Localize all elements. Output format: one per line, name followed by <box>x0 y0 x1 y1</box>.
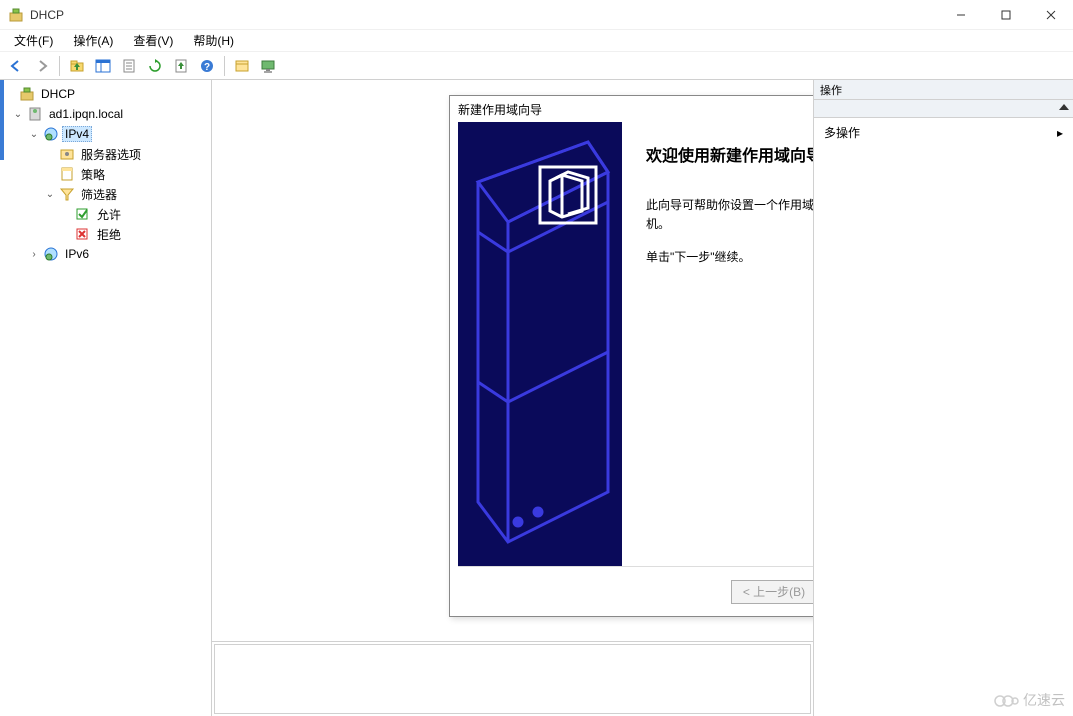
menu-view[interactable]: 查看(V) <box>125 30 181 51</box>
menu-bar: 文件(F) 操作(A) 查看(V) 帮助(H) <box>0 30 1073 52</box>
server-icon <box>27 106 43 122</box>
tree-server-options[interactable]: 服务器选项 <box>0 144 211 164</box>
tree-filters[interactable]: ⌄ 筛选器 <box>0 184 211 204</box>
deny-icon <box>75 226 91 242</box>
content-body <box>214 644 811 714</box>
wizard-body-1: 此向导可帮助你设置一个作用域，以便将 IP 地址分发给网络上的计算机。 <box>646 196 813 234</box>
tree-deny[interactable]: 拒绝 <box>0 224 211 244</box>
back-button[interactable] <box>4 54 28 78</box>
wizard-content: 欢迎使用新建作用域向导 此向导可帮助你设置一个作用域，以便将 IP 地址分发给网… <box>622 122 813 566</box>
svg-text:?: ? <box>204 62 210 73</box>
props-button[interactable] <box>230 54 254 78</box>
tree-label: 筛选器 <box>78 186 120 203</box>
tree-ipv6[interactable]: › IPv6 <box>0 244 211 264</box>
tree-label: 拒绝 <box>94 226 124 243</box>
actions-more-label: 多操作 <box>824 124 860 141</box>
wizard-heading: 欢迎使用新建作用域向导 <box>646 142 813 166</box>
export-button[interactable] <box>169 54 193 78</box>
actions-more[interactable]: 多操作 ▸ <box>814 118 1073 147</box>
tree-policy[interactable]: 策略 <box>0 164 211 184</box>
actions-collapse[interactable] <box>814 100 1073 118</box>
collapse-icon[interactable]: ⌄ <box>28 129 40 140</box>
app-icon <box>8 7 24 23</box>
allow-icon <box>75 206 91 222</box>
tree-label: DHCP <box>38 87 78 101</box>
tree-allow[interactable]: 允许 <box>0 204 211 224</box>
tree-root-dhcp[interactable]: DHCP <box>0 84 211 104</box>
dhcp-icon <box>19 86 35 102</box>
toolbar-separator <box>59 56 60 76</box>
window-titlebar: DHCP <box>0 0 1073 30</box>
ipv6-icon <box>43 246 59 262</box>
new-scope-wizard: 新建作用域向导 <box>449 95 813 617</box>
tree-label: IPv4 <box>62 126 92 142</box>
wizard-side-graphic <box>458 122 622 566</box>
toolbar-separator <box>224 56 225 76</box>
tree-server[interactable]: ⌄ ad1.ipqn.local <box>0 104 211 124</box>
refresh-button[interactable] <box>143 54 167 78</box>
chevron-right-icon: ▸ <box>1057 126 1063 140</box>
watermark: 亿速云 <box>993 690 1065 710</box>
collapse-icon[interactable]: ⌄ <box>44 189 56 200</box>
tree-label: 策略 <box>78 166 108 183</box>
minimize-button[interactable] <box>938 0 983 30</box>
menu-file[interactable]: 文件(F) <box>6 30 61 51</box>
wizard-back-button[interactable]: < 上一步(B) <box>731 580 813 604</box>
forward-button[interactable] <box>30 54 54 78</box>
wizard-title: 新建作用域向导 <box>450 96 813 122</box>
selection-stripe <box>0 80 4 160</box>
help-button[interactable]: ? <box>195 54 219 78</box>
tree-label: 服务器选项 <box>78 146 144 163</box>
tree-pane: DHCP ⌄ ad1.ipqn.local ⌄ IPv4 服务器选项 策略 ⌄ … <box>0 80 212 716</box>
close-button[interactable] <box>1028 0 1073 30</box>
actions-pane: 操作 多操作 ▸ <box>813 80 1073 716</box>
actions-header: 操作 <box>814 80 1073 100</box>
tree-ipv4[interactable]: ⌄ IPv4 <box>0 124 211 144</box>
content-top: 新建作用域向导 <box>212 80 813 642</box>
filter-icon <box>59 186 75 202</box>
maximize-button[interactable] <box>983 0 1028 30</box>
wizard-body-2: 单击"下一步"继续。 <box>646 248 813 267</box>
content-pane: 新建作用域向导 <box>212 80 813 716</box>
monitor-button[interactable] <box>256 54 280 78</box>
delete-button[interactable] <box>117 54 141 78</box>
toolbar: ? <box>0 52 1073 80</box>
tree-label: 允许 <box>94 206 124 223</box>
expand-icon[interactable]: › <box>28 249 40 260</box>
up-button[interactable] <box>65 54 89 78</box>
ipv4-icon <box>43 126 59 142</box>
wizard-button-row: < 上一步(B) 下一步(N) > 取消 <box>458 566 813 616</box>
menu-action[interactable]: 操作(A) <box>65 30 121 51</box>
policy-icon <box>59 166 75 182</box>
watermark-text: 亿速云 <box>1023 690 1065 710</box>
window-title: DHCP <box>30 8 938 22</box>
menu-help[interactable]: 帮助(H) <box>185 30 242 51</box>
tree-label: IPv6 <box>62 247 92 261</box>
options-icon <box>59 146 75 162</box>
collapse-icon[interactable]: ⌄ <box>12 109 24 120</box>
tree-label: ad1.ipqn.local <box>46 107 126 121</box>
show-hide-button[interactable] <box>91 54 115 78</box>
